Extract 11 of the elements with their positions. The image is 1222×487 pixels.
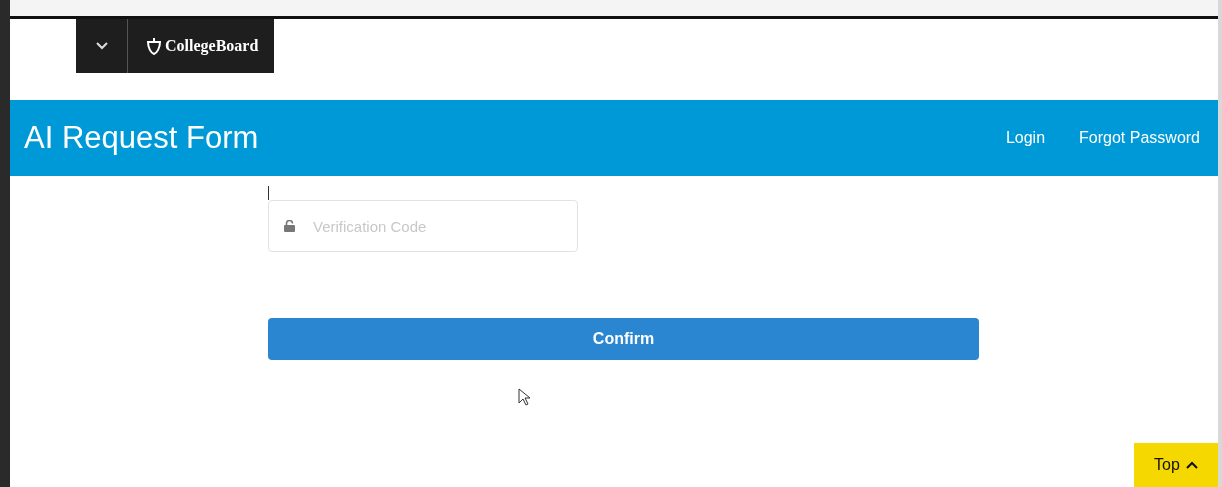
- confirm-button[interactable]: Confirm: [268, 318, 979, 360]
- mouse-pointer-icon: [518, 388, 530, 406]
- back-to-top-button[interactable]: Top: [1134, 443, 1218, 487]
- chevron-down-icon: [95, 42, 108, 50]
- nav-link[interactable]: Forgot Password: [1079, 129, 1200, 147]
- page-title: AI Request Form: [24, 120, 260, 156]
- nav-link[interactable]: Login: [1005, 129, 1046, 147]
- logo-text: CollegeBoard: [165, 37, 259, 55]
- caret-up-icon: [1185, 461, 1198, 469]
- padlock-icon: [284, 220, 295, 232]
- acorn-icon: [146, 37, 162, 55]
